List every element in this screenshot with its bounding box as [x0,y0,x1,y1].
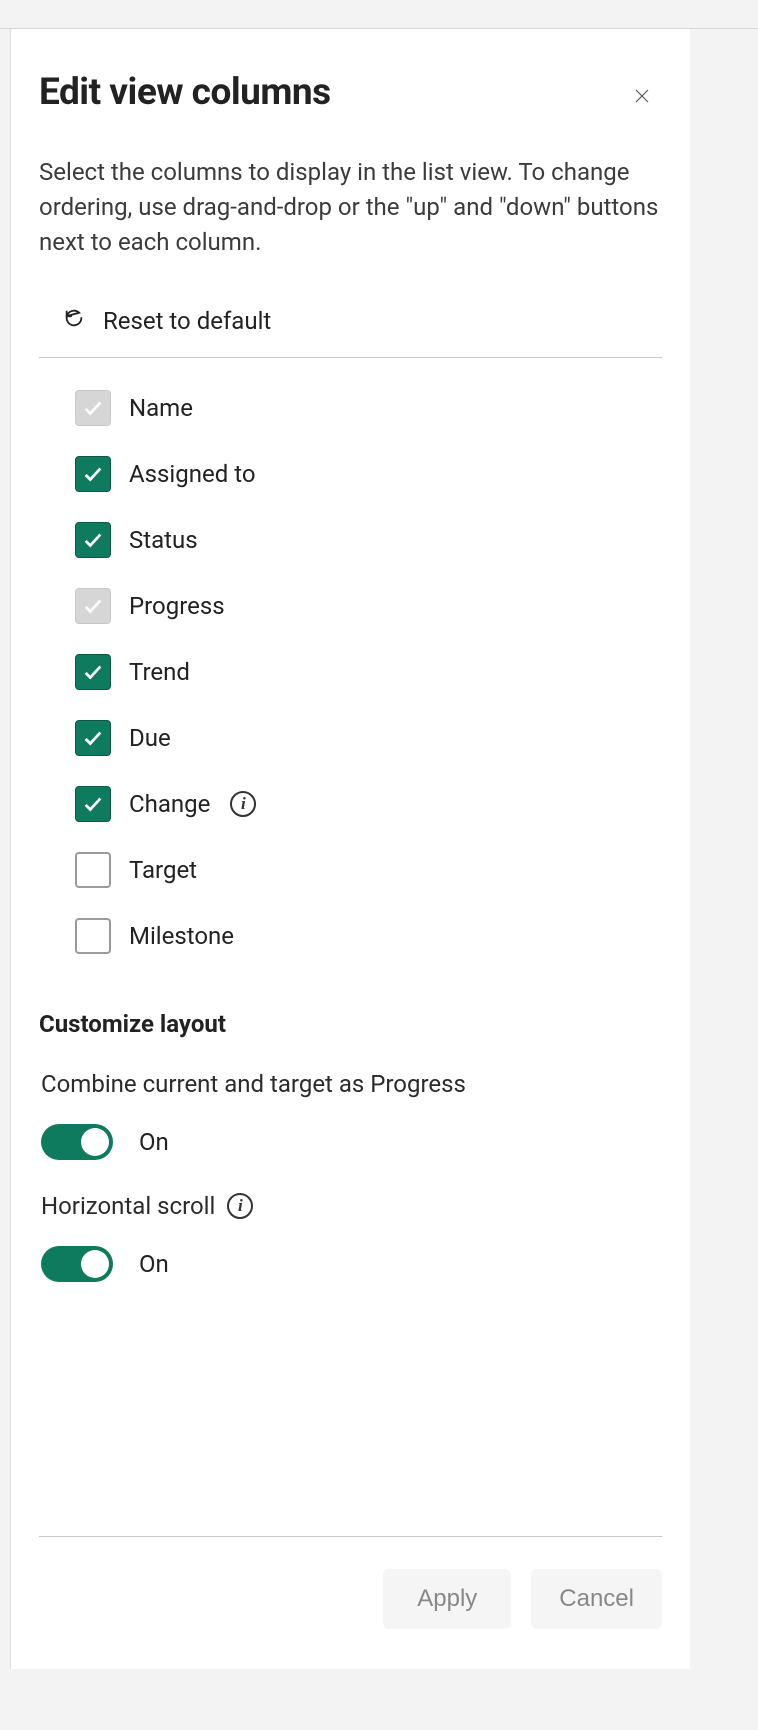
toggle-knob [81,1250,109,1278]
reset-label: Reset to default [103,307,271,335]
column-row: Trend [75,654,662,690]
column-list: Name Assigned to Status Progress Trend Due Cha… [75,390,662,954]
column-checkbox[interactable] [75,720,111,756]
column-row: Assigned to [75,456,662,492]
panel-footer: Apply Cancel [39,1536,662,1669]
column-row: Status [75,522,662,558]
divider [39,357,662,358]
toggle-state-label: On [139,1128,169,1156]
column-checkbox[interactable] [75,456,111,492]
column-row: Milestone [75,918,662,954]
info-icon[interactable]: i [227,1193,253,1219]
edit-view-columns-panel: Edit view columns Select the columns to … [10,29,690,1669]
column-label: Status [129,526,198,554]
column-checkbox[interactable] [75,654,111,690]
close-icon [633,87,651,108]
column-label: Target [129,856,197,884]
toggle-row: On [41,1124,662,1160]
column-label: Change [129,790,210,818]
column-checkbox [75,588,111,624]
column-checkbox [75,390,111,426]
column-row: Changei [75,786,662,822]
column-row: Due [75,720,662,756]
panel-title: Edit view columns [39,71,331,114]
toggle-knob [81,1128,109,1156]
column-label: Progress [129,592,225,620]
customize-layout-heading: Customize layout [39,1010,662,1038]
column-checkbox[interactable] [75,918,111,954]
setting-label: Combine current and target as Progress [41,1070,662,1098]
column-label: Milestone [129,922,234,950]
column-row: Name [75,390,662,426]
column-label: Assigned to [129,460,256,488]
setting-label: Horizontal scrolli [41,1192,662,1220]
close-button[interactable] [622,77,662,117]
reset-icon [63,307,85,335]
panel-description: Select the columns to display in the lis… [39,155,662,259]
column-label: Due [129,724,171,752]
column-checkbox[interactable] [75,852,111,888]
info-icon[interactable]: i [230,791,256,817]
cancel-button[interactable]: Cancel [531,1569,662,1629]
toggle-state-label: On [139,1250,169,1278]
column-row: Progress [75,588,662,624]
column-checkbox[interactable] [75,786,111,822]
toggle-switch[interactable] [41,1246,113,1282]
column-label: Name [129,394,193,422]
toggle-row: On [41,1246,662,1282]
toggle-switch[interactable] [41,1124,113,1160]
column-row: Target [75,852,662,888]
column-label: Trend [129,658,190,686]
reset-to-default-button[interactable]: Reset to default [63,307,662,335]
column-checkbox[interactable] [75,522,111,558]
apply-button[interactable]: Apply [383,1569,511,1629]
